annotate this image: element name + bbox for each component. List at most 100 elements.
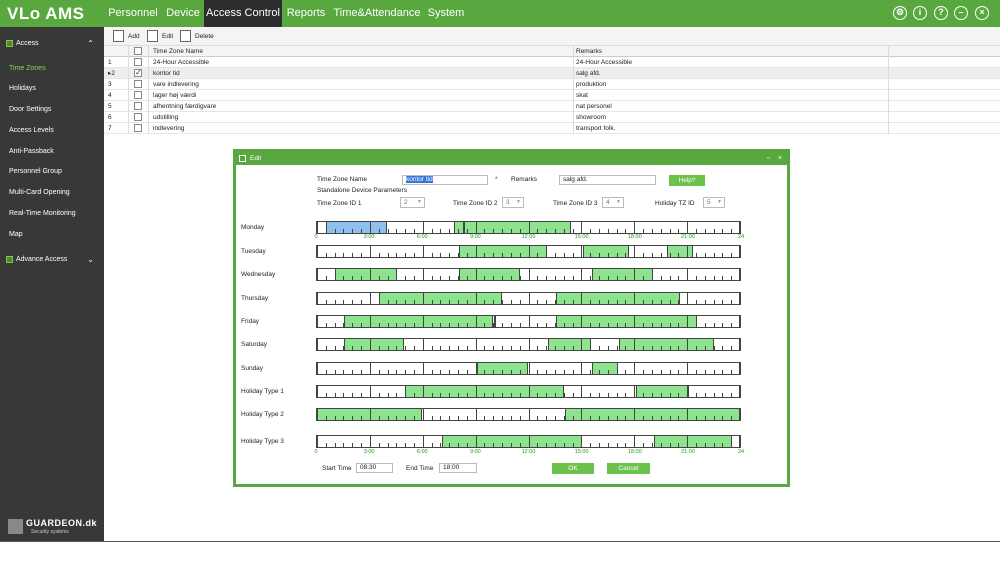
timeline-tick xyxy=(502,253,504,257)
timeline-tick xyxy=(704,370,706,374)
timeline-tick xyxy=(669,323,671,327)
row-checkbox[interactable]: ✓ xyxy=(134,69,142,77)
timeline-tick xyxy=(528,269,530,280)
sidebar-item-anti-passback[interactable]: Anti-Passback xyxy=(9,148,54,155)
table-row[interactable]: 7 indlevering transport folk. xyxy=(104,123,1000,134)
add-button[interactable]: Add xyxy=(113,27,147,46)
time-axis-label: 18:00 xyxy=(627,449,642,455)
time-segment[interactable] xyxy=(441,436,583,447)
sidebar-section-access[interactable]: Access ⌃ xyxy=(0,34,104,54)
header-remarks[interactable]: Remarks xyxy=(576,46,602,57)
sidebar-item-real-time-monitoring[interactable]: Real-Time Monitoring xyxy=(9,210,76,217)
select-all-checkbox[interactable] xyxy=(134,47,142,55)
row-checkbox[interactable] xyxy=(134,91,142,99)
day-timeline-track[interactable] xyxy=(316,221,741,234)
table-row[interactable]: 4 lager høj værdi skat xyxy=(104,90,1000,101)
timeline-tick xyxy=(431,229,433,233)
sidebar-item-time-zones[interactable]: Time Zones xyxy=(9,65,46,72)
table-row[interactable]: 6 udstilling showroom xyxy=(104,112,1000,123)
timeline-tick xyxy=(643,276,645,280)
delete-button[interactable]: Delete xyxy=(180,27,220,46)
time-segment[interactable] xyxy=(564,409,741,420)
day-timeline-track[interactable] xyxy=(316,315,741,328)
dialog-close-icon[interactable]: × xyxy=(778,152,782,165)
start-time-input[interactable]: 08:30 xyxy=(356,463,393,473)
close-icon[interactable]: × xyxy=(975,6,989,20)
sidebar-item-access-levels[interactable]: Access Levels xyxy=(9,127,54,134)
time-segment[interactable] xyxy=(556,316,698,327)
nav-time-attendance[interactable]: Time&Attendance xyxy=(330,0,424,27)
timeline-tick xyxy=(739,222,740,233)
time-segment[interactable] xyxy=(666,246,693,257)
time-segment[interactable] xyxy=(591,363,618,374)
nav-reports[interactable]: Reports xyxy=(282,0,330,27)
timeline-tick xyxy=(572,370,574,374)
nav-personnel[interactable]: Personnel xyxy=(104,0,162,27)
header-time-zone-name[interactable]: Time Zone Name xyxy=(153,46,203,57)
row-remarks: transport folk. xyxy=(576,125,616,132)
time-segment[interactable] xyxy=(654,436,733,447)
sidebar-item-personnel-group[interactable]: Personnel Group xyxy=(9,168,62,175)
sidebar-section-advance-access[interactable]: Advance Access ⌄ xyxy=(0,250,104,270)
timeline-tick xyxy=(660,229,662,233)
nav-system[interactable]: System xyxy=(424,0,468,27)
timeline-tick xyxy=(484,393,486,397)
row-checkbox[interactable] xyxy=(134,58,142,66)
timeline-tick xyxy=(546,416,548,420)
sidebar-item-multi-card-opening[interactable]: Multi-Card Opening xyxy=(9,189,70,196)
timeline-tick xyxy=(343,443,345,447)
table-row[interactable]: 5 afhentning færdigvare nat personel xyxy=(104,101,1000,112)
dialog-restore-icon[interactable]: ▫ xyxy=(767,152,769,165)
help-button[interactable]: Help? xyxy=(669,175,705,186)
sidebar-item-map[interactable]: Map xyxy=(9,231,23,238)
row-checkbox[interactable] xyxy=(134,113,142,121)
table-row[interactable]: 3 vare indlevering produktion xyxy=(104,79,1000,90)
day-timeline-track[interactable] xyxy=(316,292,741,305)
sidebar-item-door-settings[interactable]: Door Settings xyxy=(9,106,51,113)
time-segment[interactable] xyxy=(454,222,571,233)
end-time-input[interactable]: 18:00 xyxy=(439,463,477,473)
timeline-tick xyxy=(546,346,548,350)
timeline-tick xyxy=(458,276,459,280)
day-timeline-track[interactable] xyxy=(316,245,741,258)
tz-name-input[interactable]: kontor tid xyxy=(402,175,488,185)
day-timeline-track[interactable] xyxy=(316,408,741,421)
ok-button[interactable]: OK xyxy=(552,463,594,474)
info-icon[interactable]: i xyxy=(913,6,927,20)
cancel-button[interactable]: Cancel xyxy=(607,463,650,474)
timeline-tick xyxy=(722,323,724,327)
tz-id-3-select[interactable]: 4 ▼ xyxy=(602,197,624,208)
timeline-tick xyxy=(722,253,724,257)
day-timeline-track[interactable] xyxy=(316,435,741,448)
tz-id-2-select[interactable]: 3 ▼ xyxy=(502,197,524,208)
edit-button[interactable]: Edit xyxy=(147,27,181,46)
table-row[interactable]: ▸2 ✓ kontor tid salg afd. xyxy=(104,68,1000,79)
row-checkbox[interactable] xyxy=(134,80,142,88)
timeline-tick xyxy=(660,300,662,304)
time-segment[interactable] xyxy=(343,316,494,327)
holiday-tz-id-select[interactable]: 5 ▼ xyxy=(703,197,725,208)
timeline-tick xyxy=(643,300,645,304)
day-timeline-track[interactable] xyxy=(316,268,741,281)
day-timeline-track[interactable] xyxy=(316,385,741,398)
time-segment[interactable] xyxy=(618,339,715,350)
gear-icon[interactable]: ⚙ xyxy=(893,6,907,20)
timeline-tick xyxy=(502,370,504,374)
timeline-tick xyxy=(334,323,336,327)
minimize-icon[interactable]: – xyxy=(954,6,968,20)
remarks-input[interactable]: salg afd. xyxy=(559,175,656,185)
sidebar-item-holidays[interactable]: Holidays xyxy=(9,85,36,92)
day-timeline-track[interactable] xyxy=(316,338,741,351)
table-row[interactable]: 1 24-Hour Accessible 24-Hour Accessible xyxy=(104,57,1000,68)
nav-device[interactable]: Device xyxy=(162,0,204,27)
timeline-tick xyxy=(651,346,653,350)
row-checkbox[interactable] xyxy=(134,102,142,110)
day-label: Wednesday xyxy=(241,271,276,278)
timeline-tick xyxy=(528,386,530,397)
nav-access-control[interactable]: Access Control xyxy=(204,0,282,27)
help-icon[interactable]: ? xyxy=(934,6,948,20)
timeline-tick xyxy=(678,370,680,374)
row-checkbox[interactable] xyxy=(134,124,142,132)
tz-id-1-select[interactable]: 2 ▼ xyxy=(400,197,425,208)
day-timeline-track[interactable] xyxy=(316,362,741,375)
